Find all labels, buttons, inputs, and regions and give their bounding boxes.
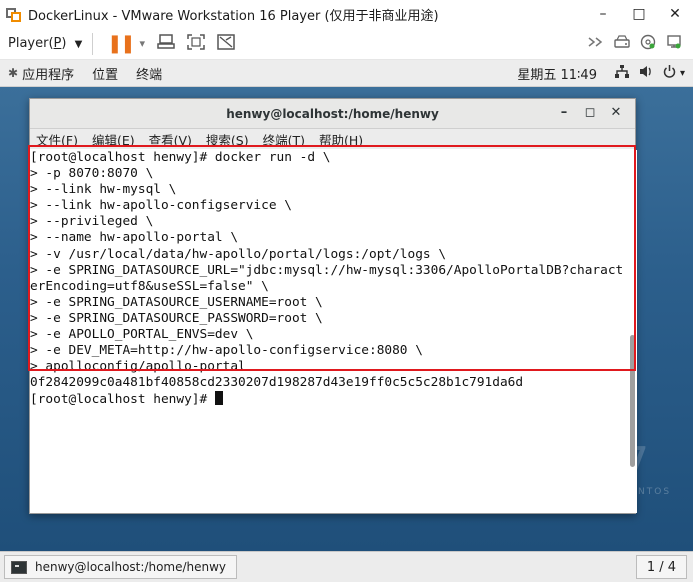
terminal-title: henwy@localhost:/home/henwy (226, 106, 439, 121)
applications-icon: ✱ (8, 66, 19, 80)
vmware-toolbar: Player(P) ▼ ❚❚ ▾ (0, 28, 693, 60)
player-menu-suffix: ) (61, 36, 67, 51)
terminal-line: > --privileged \ (30, 214, 154, 230)
network-adapter-icon[interactable] (666, 34, 682, 53)
terminal-window: henwy@localhost:/home/henwy – ◻ ✕ 文件(F) … (29, 98, 637, 514)
player-menu-label: Player( (8, 36, 54, 51)
terminal-line: > -e SPRING_DATASOURCE_PASSWORD=root \ (30, 310, 323, 326)
menu-help[interactable]: 帮助(H) (319, 130, 363, 149)
unity-mode-icon[interactable] (217, 33, 235, 54)
vmware-app-icon (6, 6, 22, 22)
system-menu-arrow-icon[interactable]: ▾ (680, 68, 685, 79)
terminal-icon (11, 560, 27, 574)
terminal-close-button[interactable]: ✕ (603, 105, 629, 120)
cd-drive-icon[interactable] (640, 34, 656, 53)
pause-icon[interactable]: ❚❚ (107, 34, 135, 53)
menu-view[interactable]: 查看(V) (149, 130, 192, 149)
vmware-window-title: DockerLinux - VMware Workstation 16 Play… (28, 8, 439, 24)
toolbar-divider (92, 32, 94, 55)
terminal-line: > -e APOLLO_PORTAL_ENVS=dev \ (30, 327, 254, 343)
terminal-prompt: [root@localhost henwy]# (30, 392, 215, 408)
gnome-top-bar: ✱ 应用程序 位置 终端 星期五 11∶49 ▾ (0, 60, 693, 87)
terminal-output[interactable]: [root@localhost henwy]# docker run -d \ … (30, 150, 637, 513)
terminal-line: > --link hw-apollo-configservice \ (30, 198, 292, 214)
full-screen-icon[interactable] (187, 33, 205, 54)
hard-disk-icon[interactable] (614, 35, 630, 52)
send-ctrl-alt-del-icon[interactable] (157, 33, 175, 54)
terminal-line: > --name hw-apollo-portal \ (30, 230, 239, 246)
terminal-line: [root@localhost henwy]# docker run -d \ (30, 150, 331, 165)
terminal-line: erEncoding=utf8&useSSL=false" \ (30, 278, 269, 294)
menu-edit[interactable]: 编辑(E) (92, 130, 135, 149)
taskbar-terminal-label: henwy@localhost:/home/henwy (35, 560, 227, 574)
vmware-close-button[interactable]: ✕ (657, 6, 693, 22)
terminal-title-bar[interactable]: henwy@localhost:/home/henwy – ◻ ✕ (30, 99, 635, 129)
clock[interactable]: 星期五 11∶49 (517, 64, 597, 83)
terminal-line: > -e DEV_META=http://hw-apollo-configser… (30, 343, 423, 359)
forward-arrows-icon[interactable] (588, 36, 604, 51)
vmware-maximize-button[interactable]: □ (621, 6, 657, 22)
terminal-line: > --link hw-mysql \ (30, 182, 177, 198)
terminal-line: > apolloconfig/apollo-portal (30, 359, 246, 375)
terminal-line: > -e SPRING_DATASOURCE_URL="jdbc:mysql:/… (30, 262, 624, 278)
terminal-menubar: 文件(F) 编辑(E) 查看(V) 搜索(S) 终端(T) 帮助(H) (30, 129, 635, 149)
terminal-line: > -e SPRING_DATASOURCE_USERNAME=root \ (30, 294, 323, 310)
terminal-line: > -v /usr/local/data/hw-apollo/portal/lo… (30, 246, 447, 262)
vmware-title-bar: DockerLinux - VMware Workstation 16 Play… (0, 0, 693, 28)
workspace-indicator[interactable]: 1 / 4 (635, 555, 687, 579)
terminal-minimize-button[interactable]: – (551, 105, 577, 120)
terminal-scrollbar[interactable] (630, 335, 635, 467)
taskbar-terminal-item[interactable]: henwy@localhost:/home/henwy (4, 555, 238, 579)
menu-terminal[interactable]: 终端(T) (263, 130, 305, 149)
power-icon[interactable] (663, 64, 676, 82)
network-icon[interactable] (614, 64, 629, 82)
terminal-line: > -p 8070:8070 \ (30, 166, 154, 182)
places-menu[interactable]: 位置 (92, 64, 118, 83)
terminal-prompt-line: [root@localhost henwy]# (30, 391, 637, 407)
terminal-line: 0f2842099c0a481bf40858cd2330207d198287d4… (30, 375, 524, 391)
player-menu-button[interactable]: Player(P) ▼ (8, 36, 82, 51)
applications-menu[interactable]: 应用程序 (22, 64, 74, 83)
pause-dropdown-icon[interactable]: ▾ (139, 37, 145, 50)
gnome-taskbar: henwy@localhost:/home/henwy 1 / 4 (0, 551, 693, 582)
terminal-menu[interactable]: 终端 (136, 64, 162, 83)
centos-watermark-text: NTOS (638, 487, 672, 497)
menu-search[interactable]: 搜索(S) (206, 130, 249, 149)
terminal-maximize-button[interactable]: ◻ (577, 105, 603, 120)
vmware-minimize-button[interactable]: – (585, 6, 621, 22)
chevron-down-icon: ▼ (74, 39, 83, 50)
menu-file[interactable]: 文件(F) (36, 130, 78, 149)
volume-icon[interactable] (639, 65, 653, 82)
terminal-cursor (214, 391, 223, 406)
